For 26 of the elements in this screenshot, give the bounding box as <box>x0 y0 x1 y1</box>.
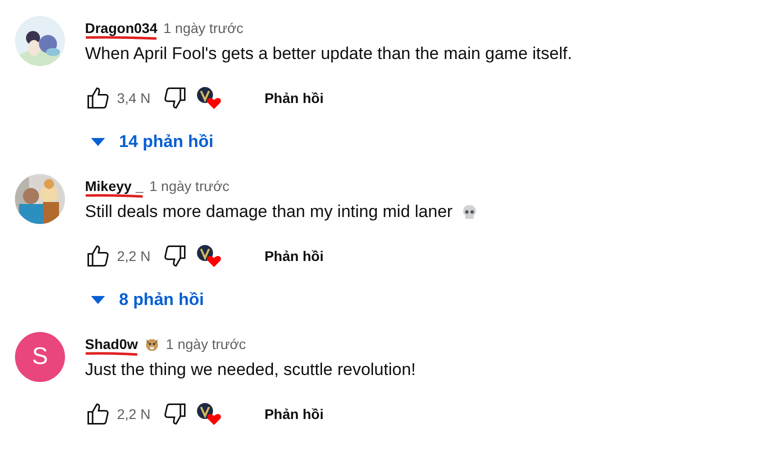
like-count: 2,2 N <box>117 248 150 264</box>
timestamp[interactable]: 1 ngày trước <box>163 20 244 36</box>
like-count: 3,4 N <box>117 90 150 106</box>
timestamp[interactable]: 1 ngày trước <box>149 178 230 194</box>
replies-toggle[interactable]: 8 phản hồi <box>85 280 210 320</box>
avatar: S <box>15 332 65 382</box>
caret-icon <box>91 138 105 146</box>
comment-text: When April Fool's gets a better update than the main game itself. <box>85 44 572 64</box>
comment-text: Just the thing we needed, scuttle revolution! <box>85 360 416 380</box>
like-button[interactable] <box>85 85 111 111</box>
timestamp[interactable]: 1 ngày trước <box>166 336 246 352</box>
like-count: 2,2 N <box>117 406 150 422</box>
dislike-button[interactable] <box>162 401 188 427</box>
like-button[interactable] <box>85 401 111 427</box>
like-button[interactable] <box>85 243 111 269</box>
dislike-button[interactable] <box>162 85 188 111</box>
reply-button[interactable]: Phản hồi <box>256 84 332 112</box>
reply-button[interactable]: Phản hồi <box>256 242 332 270</box>
dislike-button[interactable] <box>162 243 188 269</box>
caret-icon <box>91 296 105 304</box>
author-name[interactable]: Dragon034 <box>85 20 158 36</box>
comment-text: Still deals more damage than my inting mid laner <box>85 202 453 222</box>
author-name[interactable]: Shad0w <box>85 336 138 352</box>
author-name[interactable]: Mikeyy _ <box>85 178 144 194</box>
reply-button[interactable]: Phản hồi <box>256 400 332 428</box>
replies-toggle[interactable]: 14 phản hồi <box>85 122 220 162</box>
